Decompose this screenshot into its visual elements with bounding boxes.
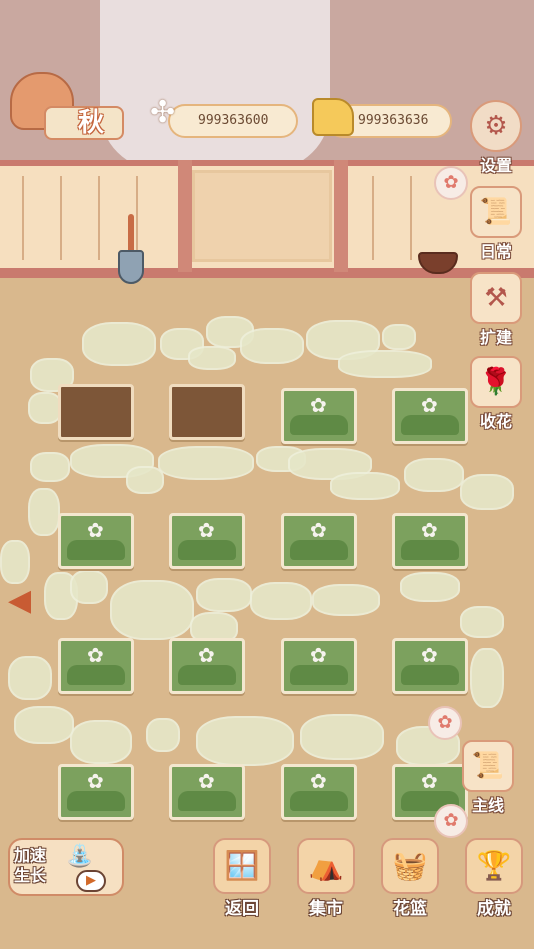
settings-button[interactable]: ⚙ 设置: [468, 100, 524, 176]
hammer-icon: ⚒: [470, 272, 522, 324]
fishbone-icon: ✿: [421, 769, 438, 793]
background-cloud: [100, 0, 330, 170]
plot-14[interactable]: ✿: [169, 764, 245, 820]
fishbone-icon: ✿: [198, 518, 215, 542]
fish-count: 999363600: [198, 113, 269, 128]
fishbone-icon: ✿: [87, 518, 104, 542]
fishbone-icon: ✿: [198, 769, 215, 793]
fishbone-icon: ✣: [150, 95, 176, 130]
harvest-label: 收花: [479, 412, 512, 431]
back-button[interactable]: 🪟 返回: [210, 838, 274, 919]
plot-4[interactable]: ✿: [392, 388, 468, 444]
plot-9[interactable]: ✿: [58, 638, 134, 694]
fishbone-icon: ✿: [87, 769, 104, 793]
flower-notification-icon[interactable]: ✿: [434, 804, 468, 838]
flower-notification-icon[interactable]: ✿: [434, 166, 468, 200]
flower-basket-label: 花篮: [393, 899, 427, 919]
plot-11[interactable]: ✿: [281, 638, 357, 694]
fishbone-icon: ✿: [198, 643, 215, 667]
fishbone-icon: ✿: [310, 769, 327, 793]
daily-button[interactable]: 📜 日常: [468, 186, 524, 262]
achievements-label: 成就: [477, 899, 511, 919]
achievements-button[interactable]: 🏆 成就: [462, 838, 526, 919]
cheese-count: 999363636: [358, 113, 429, 128]
plot-13[interactable]: ✿: [58, 764, 134, 820]
market-button[interactable]: ⛺ 集市: [294, 838, 358, 919]
garden-gate: [192, 170, 332, 262]
plot-6[interactable]: ✿: [169, 513, 245, 569]
plot-10[interactable]: ✿: [169, 638, 245, 694]
flower-basket-button[interactable]: 🧺 花篮: [378, 838, 442, 919]
expand-label: 扩建: [479, 328, 512, 347]
fishbone-icon: ✿: [310, 518, 327, 542]
plot-8[interactable]: ✿: [392, 513, 468, 569]
plot-7[interactable]: ✿: [281, 513, 357, 569]
shovel-icon[interactable]: [116, 214, 146, 286]
gear-icon: ⚙: [470, 100, 522, 152]
market-label: 集市: [309, 899, 343, 919]
basket-icon: 🧺: [381, 838, 439, 894]
season-label: 秋: [78, 108, 105, 138]
scroll-icon: 📜: [470, 186, 522, 238]
fishbone-icon: ✿: [421, 518, 438, 542]
market-stall-icon: ⛺: [297, 838, 355, 894]
fishbone-icon: ✿: [310, 643, 327, 667]
speed-up-growth-button[interactable]: 加速 生长 ⛲ ▶: [8, 838, 124, 896]
fishbone-icon: ✿: [421, 643, 438, 667]
plot-5[interactable]: ✿: [58, 513, 134, 569]
plot-1[interactable]: [58, 384, 134, 440]
trophy-icon: 🏆: [465, 838, 523, 894]
back-label: 返回: [225, 899, 259, 919]
flower-notification-icon[interactable]: ✿: [428, 706, 462, 740]
play-icon: ▶: [76, 870, 106, 892]
main-quest-label: 主线: [471, 796, 504, 815]
plot-3[interactable]: ✿: [281, 388, 357, 444]
fishbone-icon: ✿: [421, 393, 438, 417]
season-badge: 秋: [8, 72, 124, 140]
plot-2[interactable]: [169, 384, 245, 440]
speed-up-label: 加速 生长: [14, 846, 47, 885]
plot-15[interactable]: ✿: [281, 764, 357, 820]
settings-label: 设置: [479, 156, 512, 175]
window-icon: 🪟: [213, 838, 271, 894]
watering-can-icon: ⛲: [66, 844, 94, 869]
main-quest-button[interactable]: 📜 主线: [460, 740, 516, 816]
fishbone-icon: ✿: [310, 393, 327, 417]
fishbone-icon: ✿: [87, 643, 104, 667]
daily-label: 日常: [479, 242, 512, 261]
rose-icon: 🌹: [470, 356, 522, 408]
expand-button[interactable]: ⚒ 扩建: [468, 272, 524, 348]
harvest-button[interactable]: 🌹 收花: [468, 356, 524, 432]
scroll-icon: 📜: [462, 740, 514, 792]
plot-12[interactable]: ✿: [392, 638, 468, 694]
cheese-icon: [312, 98, 354, 136]
fish-currency-counter: 999363600: [168, 104, 298, 138]
left-arrow-icon[interactable]: ◀: [8, 586, 31, 616]
